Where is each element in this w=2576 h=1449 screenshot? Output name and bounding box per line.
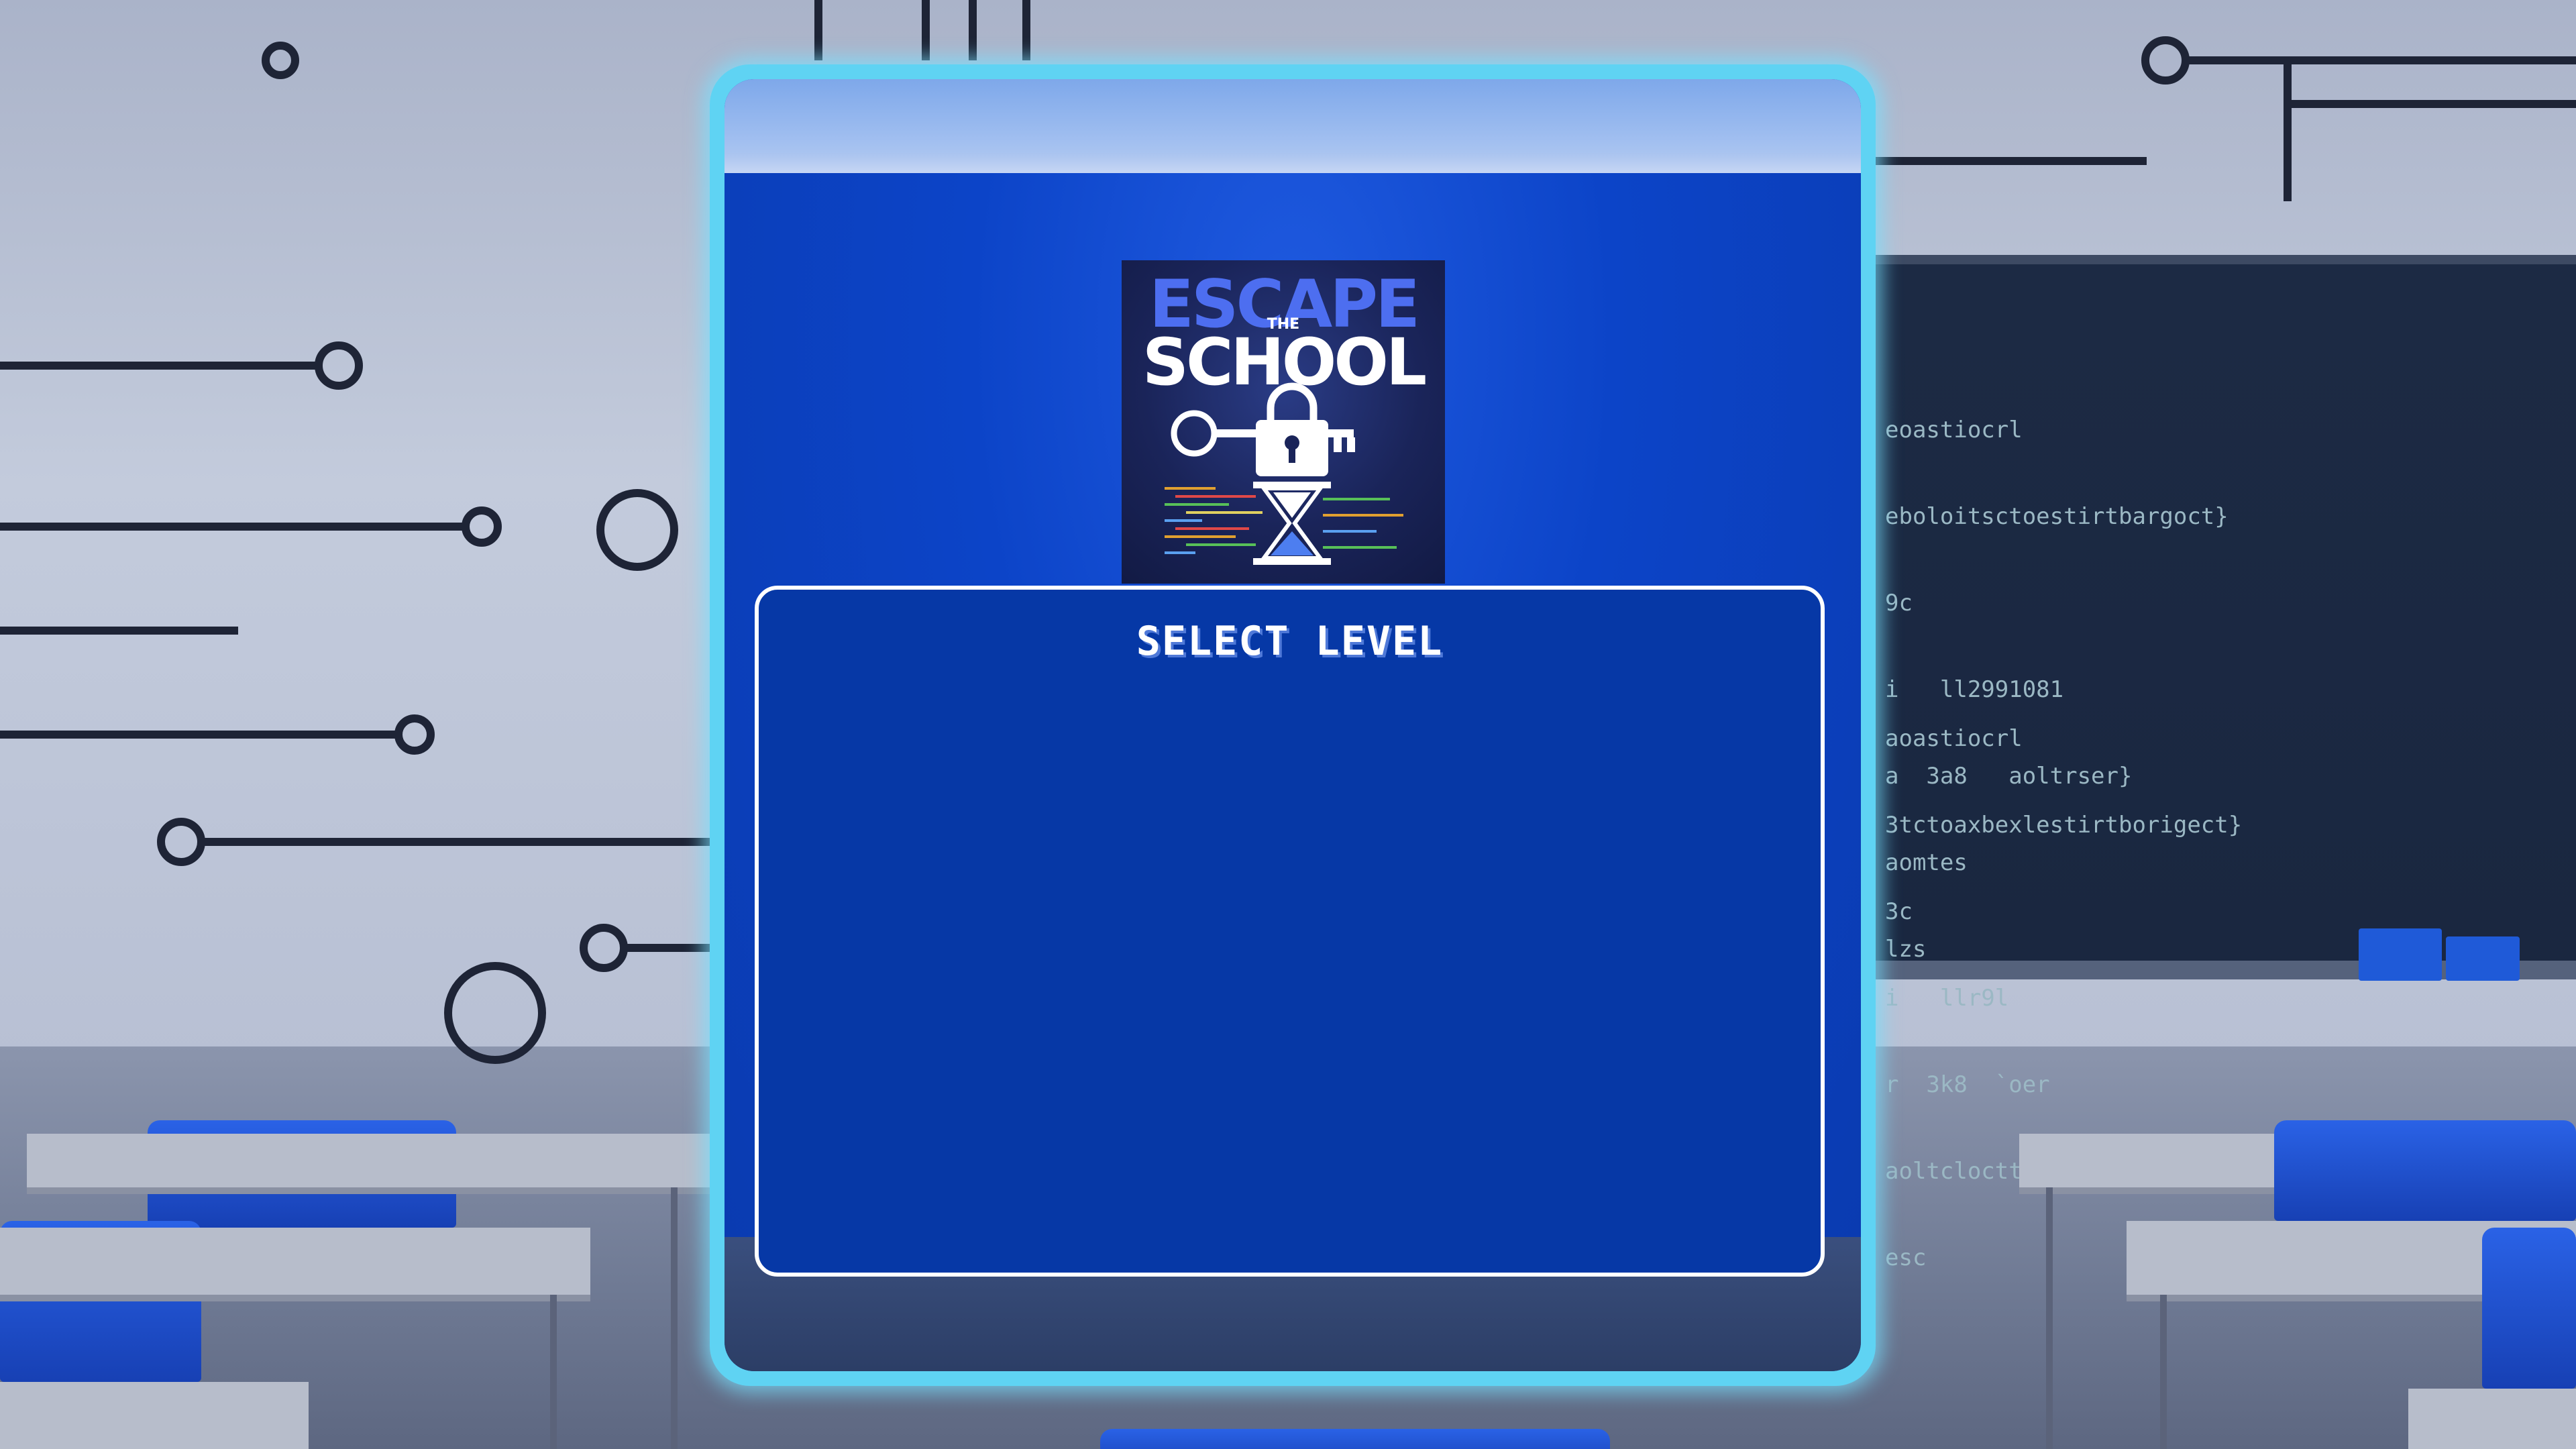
chalkboard-eraser bbox=[2359, 928, 2442, 981]
classroom-chair bbox=[2482, 1228, 2576, 1389]
desk-leg bbox=[2160, 1295, 2167, 1449]
chalkboard-line: 3tctoaxbexlestirtborigect} bbox=[1885, 812, 2243, 839]
chalkboard-line: r 3k8 `oer bbox=[1885, 1071, 2050, 1098]
game-logo: ESCAPE THE SCHOOL bbox=[1122, 260, 1445, 584]
chalkboard-line: aoastiocrl bbox=[1885, 725, 2023, 752]
classroom-chair bbox=[1100, 1429, 1610, 1449]
key-lock-hourglass-icon bbox=[1165, 382, 1403, 565]
classroom-desk bbox=[27, 1134, 711, 1194]
chalkboard-line: eoastiocrl bbox=[1885, 417, 2023, 443]
level-select-title: SELECT LEVEL bbox=[1136, 618, 1444, 665]
chalkboard-eraser bbox=[2446, 936, 2520, 981]
classroom-desk bbox=[0, 1382, 309, 1449]
game-window-titlebar bbox=[724, 79, 1861, 173]
classroom-chair bbox=[2274, 1120, 2576, 1221]
chalkboard-line: 3c bbox=[1885, 898, 1913, 925]
chalkboard: eoastiocrl eboloitsctoestirtbargoct} 9c … bbox=[1872, 255, 2576, 1271]
desk-leg bbox=[671, 1187, 678, 1449]
classroom-desk bbox=[0, 1228, 590, 1301]
chalkboard-line: eboloitsctoestirtbargoct} bbox=[1885, 503, 2229, 530]
desk-leg bbox=[550, 1295, 557, 1449]
chalkboard-line: i llr9l bbox=[1885, 985, 2009, 1012]
classroom-desk bbox=[2408, 1389, 2576, 1449]
chalkboard-line: 9c bbox=[1885, 590, 1913, 616]
level-select-panel: SELECT LEVEL bbox=[755, 586, 1825, 1277]
desk-leg bbox=[2046, 1187, 2053, 1449]
